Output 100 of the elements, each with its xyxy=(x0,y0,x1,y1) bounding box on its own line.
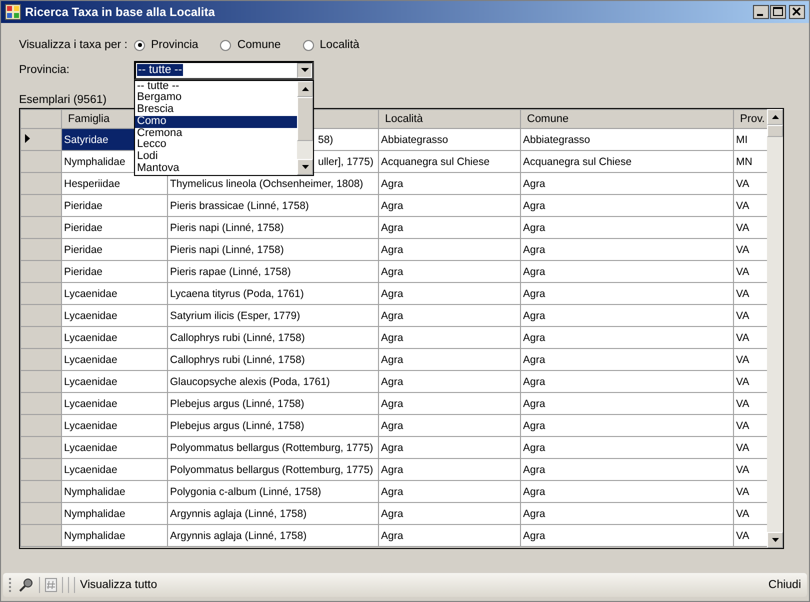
view-by-label: Visualizza i taxa per : xyxy=(19,39,128,51)
table-cell: VA xyxy=(736,354,750,366)
table-cell: Agra xyxy=(523,486,546,498)
table-cell: Lycaenidae xyxy=(64,354,118,366)
table-cell: Agra xyxy=(381,332,404,344)
scroll-down-icon[interactable] xyxy=(297,158,313,174)
dropdown-item[interactable]: Lodi xyxy=(135,151,297,164)
table-cell: Lycaenidae xyxy=(64,332,118,344)
table-cell: Polyommatus bellargus (Rottemburg, 1775) xyxy=(170,442,374,454)
table-cell: Agra xyxy=(381,442,404,454)
dropdown-item[interactable]: Bergamo xyxy=(135,92,297,104)
table-cell: VA xyxy=(736,508,750,520)
show-all-button[interactable]: Visualizza tutto xyxy=(80,579,158,591)
table-cell: Plebejus argus (Linné, 1758) xyxy=(170,420,304,432)
scroll-up-icon[interactable] xyxy=(767,109,783,125)
scrollbar-thumb[interactable] xyxy=(767,125,783,137)
table-cell: VA xyxy=(736,530,750,542)
table-cell: Acquanegra sul Chiese xyxy=(381,156,490,168)
dropdown-item[interactable]: Como xyxy=(135,116,297,128)
table-cell: VA xyxy=(736,266,750,278)
table-cell: Glaucopsyche alexis (Poda, 1761) xyxy=(170,376,330,388)
table-cell: Pieris brassicae (Linné, 1758) xyxy=(170,200,309,212)
table-cell: VA xyxy=(736,222,750,234)
table-cell: Agra xyxy=(523,398,546,410)
table-cell: Polyommatus bellargus (Rottemburg, 1775) xyxy=(170,464,374,476)
table-cell: VA xyxy=(736,442,750,454)
table-cell: Agra xyxy=(381,420,404,432)
table-cell: Nymphalidae xyxy=(64,508,126,520)
table-cell: Agra xyxy=(381,222,404,234)
table-cell: Lycaenidae xyxy=(64,310,118,322)
column-header[interactable]: Località xyxy=(378,110,520,128)
table-cell: Satyrium ilicis (Esper, 1779) xyxy=(170,310,300,322)
close-icon[interactable] xyxy=(789,5,805,19)
table-cell: Agra xyxy=(381,376,404,388)
table-cell: Nymphalidae xyxy=(64,486,126,498)
scrollbar[interactable] xyxy=(297,80,313,174)
table-cell: Agra xyxy=(523,508,546,520)
province-label: Provincia: xyxy=(19,64,70,76)
table-cell: Polygonia c-album (Linné, 1758) xyxy=(170,486,322,498)
dropdown-item[interactable]: Lecco xyxy=(135,139,297,152)
table-cell: Agra xyxy=(381,178,404,190)
table-cell: Lycaenidae xyxy=(64,420,118,432)
table-cell: Agra xyxy=(523,442,546,454)
table-cell: Pieris napi (Linné, 1758) xyxy=(170,244,284,256)
table-cell: Plebejus argus (Linné, 1758) xyxy=(170,398,304,410)
table-cell: VA xyxy=(736,376,750,388)
table-cell: Agra xyxy=(381,266,404,278)
table-cell: VA xyxy=(736,398,750,410)
column-header[interactable]: Prov. xyxy=(734,110,767,128)
table-cell: Argynnis aglaja (Linné, 1758) xyxy=(170,530,307,542)
table-cell: VA xyxy=(736,288,750,300)
window-title: Ricerca Taxa in base alla Localita xyxy=(25,5,215,19)
radio-option[interactable]: Provincia xyxy=(134,39,198,51)
scrollbar[interactable] xyxy=(767,109,783,548)
table-cell: VA xyxy=(736,464,750,476)
table-cell: Satyridae xyxy=(64,134,108,146)
table-cell: Callophrys rubi (Linné, 1758) xyxy=(170,354,305,366)
table-cell: VA xyxy=(736,244,750,256)
table-cell: Lycaenidae xyxy=(64,398,118,410)
table-cell: Pieridae xyxy=(64,244,103,256)
table-cell: Agra xyxy=(523,200,546,212)
scroll-down-icon[interactable] xyxy=(767,532,783,548)
table-cell: VA xyxy=(736,178,750,190)
table-cell: Agra xyxy=(381,530,404,542)
scroll-up-icon[interactable] xyxy=(297,80,313,96)
column-header[interactable]: Comune xyxy=(520,110,734,128)
dropdown-item[interactable]: Mantova xyxy=(135,163,297,174)
minimize-icon[interactable] xyxy=(753,5,769,19)
table-cell: Agra xyxy=(523,266,546,278)
table-cell: VA xyxy=(736,420,750,432)
radio-option[interactable]: Comune xyxy=(220,39,281,51)
table-cell: Lycaena tityrus (Poda, 1761) xyxy=(170,288,304,300)
maximize-icon[interactable] xyxy=(770,5,786,19)
table-cell: Agra xyxy=(381,486,404,498)
table-cell: 58) xyxy=(318,134,334,146)
table-cell: Lycaenidae xyxy=(64,376,118,388)
table-cell: VA xyxy=(736,486,750,498)
table-cell: Pieridae xyxy=(64,222,103,234)
table-cell: Acquanegra sul Chiese xyxy=(523,156,632,168)
table-cell: VA xyxy=(736,310,750,322)
table-cell: Pieris napi (Linné, 1758) xyxy=(170,222,284,234)
table-cell: Lycaenidae xyxy=(64,288,118,300)
table-cell: Lycaenidae xyxy=(64,442,118,454)
close-button[interactable]: Chiudi xyxy=(768,579,801,591)
table-cell: Agra xyxy=(381,310,404,322)
table-cell: Abbiategrasso xyxy=(381,134,448,146)
dropdown-item[interactable]: Cremona xyxy=(135,128,297,140)
table-cell: Callophrys rubi (Linné, 1758) xyxy=(170,332,305,344)
table-cell: MN xyxy=(736,156,752,168)
radio-option[interactable]: Località xyxy=(302,39,360,51)
table-cell: Pieridae xyxy=(64,266,103,278)
table-cell: Agra xyxy=(381,398,404,410)
table-cell: Agra xyxy=(381,288,404,300)
table-cell: Agra xyxy=(523,288,546,300)
table-cell: Agra xyxy=(523,354,546,366)
province-dropdown[interactable]: -- tutte -- xyxy=(134,60,314,80)
table-cell: Pieris rapae (Linné, 1758) xyxy=(170,266,291,278)
scrollbar-thumb[interactable] xyxy=(297,96,313,140)
dropdown-item[interactable]: -- tutte -- xyxy=(135,80,297,92)
record-count: Esemplari (9561) xyxy=(19,94,107,108)
